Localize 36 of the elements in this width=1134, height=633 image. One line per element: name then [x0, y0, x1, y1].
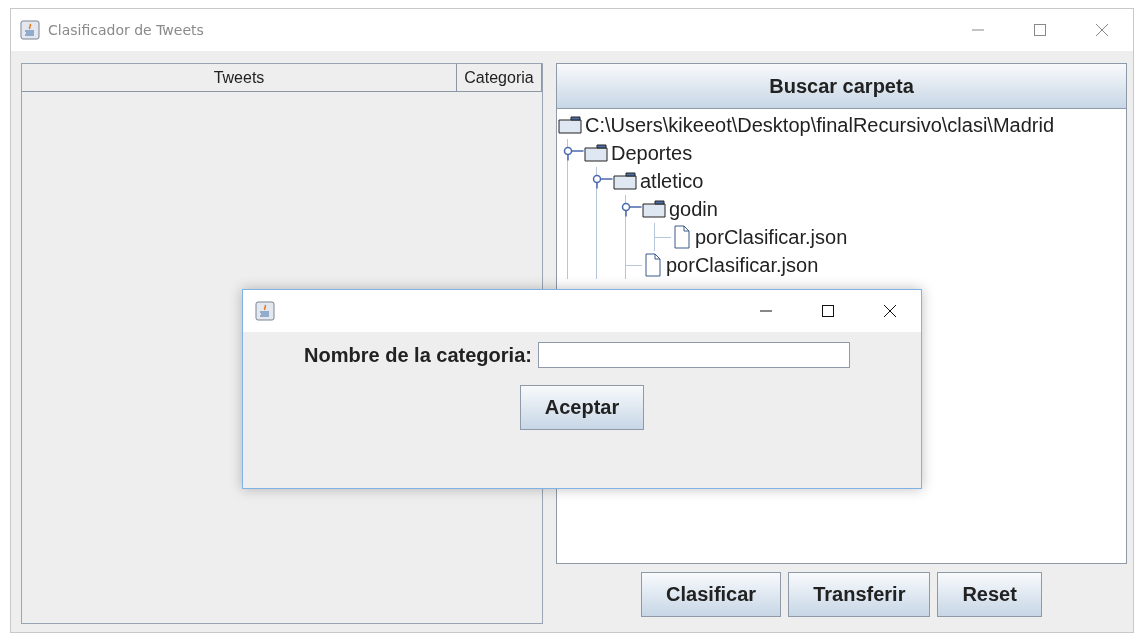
file-icon [672, 225, 692, 249]
close-icon[interactable] [883, 304, 897, 318]
tree-node-label: porClasificar.json [695, 225, 848, 249]
minimize-icon[interactable] [759, 310, 773, 312]
folder-icon [613, 171, 637, 191]
action-button[interactable]: Transferir [788, 571, 931, 617]
folder-icon [584, 143, 608, 163]
column-header[interactable]: Categoria [457, 64, 542, 91]
accept-button[interactable]: Aceptar [519, 385, 645, 430]
tree-node[interactable]: porClasificar.json [626, 251, 1126, 279]
tree-node-label: atletico [640, 169, 704, 193]
collapse-handle-icon[interactable] [591, 173, 613, 189]
file-icon [643, 253, 663, 277]
category-name-field[interactable] [537, 342, 850, 368]
java-icon [20, 20, 40, 40]
tree-node[interactable]: porClasificar.json [655, 223, 1126, 251]
browse-folder-button[interactable]: Buscar carpeta [556, 63, 1127, 109]
category-name-label: Nombre de la categoria: [304, 343, 532, 367]
tree-node-label: Deportes [611, 141, 693, 165]
tree-node[interactable]: Deportes [562, 139, 1126, 167]
tree-node-label: godin [669, 197, 718, 221]
collapse-handle-icon[interactable] [620, 201, 642, 217]
tree-node[interactable]: atletico [591, 167, 1126, 195]
column-header[interactable]: Tweets [22, 64, 457, 91]
tree-node[interactable]: C:\Users\kikeeot\Desktop\finalRecursivo\clasi\Madrid [558, 111, 1126, 139]
maximize-icon[interactable] [821, 304, 835, 318]
java-icon [255, 301, 275, 321]
collapse-handle-icon[interactable] [562, 145, 584, 161]
folder-icon [558, 115, 582, 135]
tree-node-label: C:\Users\kikeeot\Desktop\finalRecursivo\clasi\Madrid [585, 113, 1055, 137]
action-button[interactable]: Reset [937, 571, 1042, 617]
folder-icon [642, 199, 666, 219]
tree-node-label: porClasificar.json [666, 253, 819, 277]
action-button[interactable]: Clasificar [641, 571, 782, 617]
tree-node[interactable]: godin [620, 195, 1126, 223]
window-title: Clasificador de Tweets [48, 22, 205, 38]
